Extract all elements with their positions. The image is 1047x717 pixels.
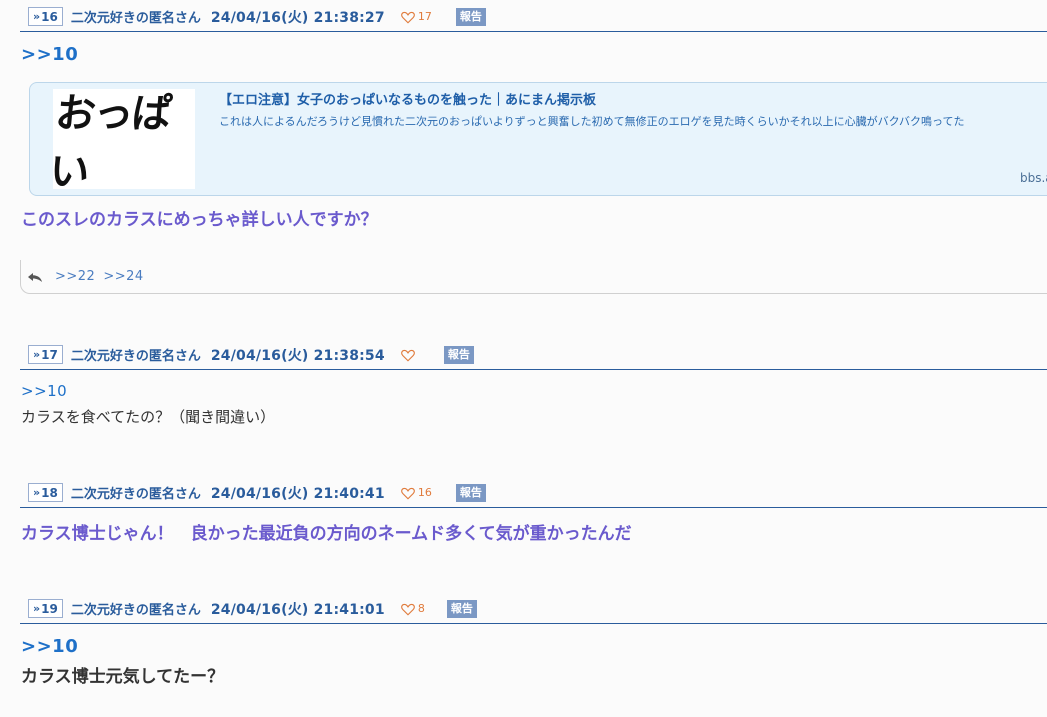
post-body: カラス博士じゃん！ 良かった最近負の方向のネームド多くて気が重かったんだ [21, 524, 632, 544]
like-button[interactable]: 16 [400, 485, 432, 500]
report-button[interactable]: 報告 [455, 483, 486, 502]
post-body: カラスを食べてたの？（聞き間違い） [21, 408, 276, 426]
heart-outline-icon [400, 487, 415, 500]
author-name: 二次元好きの匿名さん [70, 11, 201, 26]
double-chevron-icon: » [33, 602, 41, 615]
post-18: » 18 二次元好きの匿名さん 24/04/16(火) 21:40:41 16 … [20, 478, 1047, 558]
res-number-button[interactable]: » 18 [28, 483, 63, 502]
heart-outline-icon [400, 603, 415, 616]
post-header: » 17 二次元好きの匿名さん 24/04/16(火) 21:38:54 報告 [20, 340, 1047, 370]
post-header: » 16 二次元好きの匿名さん 24/04/16(火) 21:38:27 17 … [20, 2, 1047, 32]
res-number-button[interactable]: » 16 [28, 7, 63, 26]
post-16: » 16 二次元好きの匿名さん 24/04/16(火) 21:38:27 17 … [20, 2, 1047, 302]
like-count: 17 [417, 9, 432, 23]
heart-outline-icon [400, 11, 415, 24]
report-button[interactable]: 報告 [446, 599, 477, 618]
post-date: 24/04/16(火) 21:41:01 [210, 601, 385, 618]
double-chevron-icon: » [33, 10, 41, 23]
link-preview-card[interactable]: おっぱい 【エロ注意】女子のおっぱいなるものを触った｜あにまん掲示板 これは人に… [29, 82, 1047, 196]
res-number-button[interactable]: » 17 [28, 345, 63, 364]
reply-link[interactable]: >>22 [55, 269, 95, 284]
replies-bar: >>22 >>24 [20, 260, 1047, 294]
post-date: 24/04/16(火) 21:40:41 [210, 485, 385, 502]
author-name: 二次元好きの匿名さん [70, 487, 201, 502]
anchor-link[interactable]: >>10 [21, 44, 78, 65]
link-description: これは人によるんだろうけど見慣れた二次元のおっぱいよりずっと興奮した初めて無修正… [219, 115, 965, 128]
like-button[interactable]: 17 [400, 9, 432, 24]
like-button[interactable]: 8 [400, 601, 425, 616]
like-count: 16 [417, 485, 432, 499]
link-domain: bbs.a [1020, 171, 1047, 185]
post-date: 24/04/16(火) 21:38:54 [210, 347, 385, 364]
post-17: » 17 二次元好きの匿名さん 24/04/16(火) 21:38:54 報告 … [20, 340, 1047, 440]
heart-outline-icon [400, 349, 415, 362]
link-thumbnail: おっぱい [47, 89, 195, 195]
link-title[interactable]: 【エロ注意】女子のおっぱいなるものを触った｜あにまん掲示板 [219, 89, 596, 108]
like-button[interactable] [400, 348, 418, 362]
anchor-link[interactable]: >>10 [21, 636, 78, 657]
author-name: 二次元好きの匿名さん [70, 603, 201, 618]
reply-arrow-icon [28, 272, 42, 282]
res-number-label: 19 [41, 601, 58, 616]
reply-link[interactable]: >>24 [103, 269, 143, 284]
author-name: 二次元好きの匿名さん [70, 349, 201, 364]
like-count: 8 [417, 601, 425, 615]
double-chevron-icon: » [33, 486, 41, 499]
thumbnail-text: おっぱい [47, 90, 173, 195]
post-date: 24/04/16(火) 21:38:27 [210, 9, 385, 26]
post-header: » 18 二次元好きの匿名さん 24/04/16(火) 21:40:41 16 … [20, 478, 1047, 508]
post-header: » 19 二次元好きの匿名さん 24/04/16(火) 21:41:01 8 報… [20, 594, 1047, 624]
res-number-button[interactable]: » 19 [28, 599, 63, 618]
anchor-link[interactable]: >>10 [21, 382, 67, 400]
res-number-label: 17 [41, 347, 58, 362]
double-chevron-icon: » [33, 348, 41, 361]
res-number-label: 16 [41, 9, 58, 24]
report-button[interactable]: 報告 [443, 345, 474, 364]
post-body: このスレのカラスにめっちゃ詳しい人ですか？ [21, 210, 378, 230]
post-19: » 19 二次元好きの匿名さん 24/04/16(火) 21:41:01 8 報… [20, 594, 1047, 704]
report-button[interactable]: 報告 [455, 7, 486, 26]
post-body: カラス博士元気してたー？ [21, 667, 225, 687]
res-number-label: 18 [41, 485, 58, 500]
